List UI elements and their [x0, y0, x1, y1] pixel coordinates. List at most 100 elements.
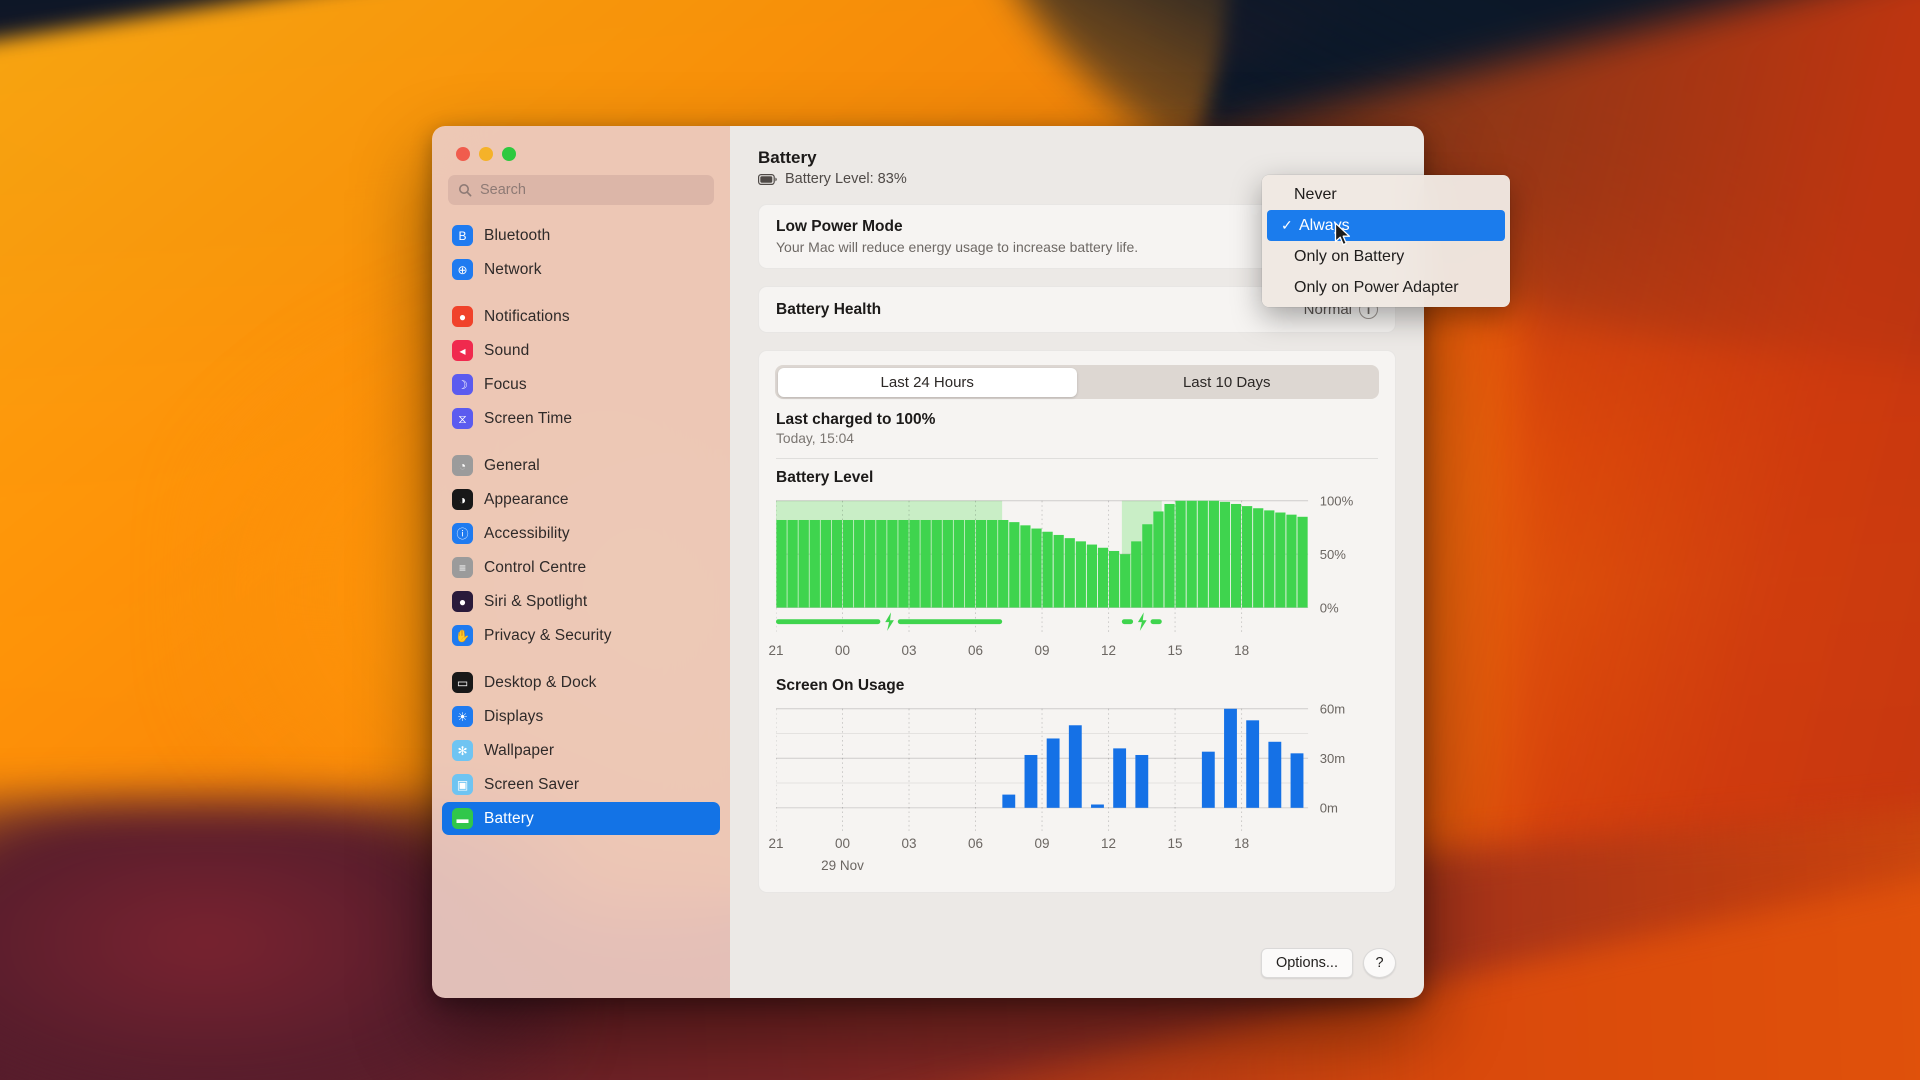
time-range-segmented-control: Last 24 Hours Last 10 Days — [775, 365, 1379, 399]
battery-bar — [909, 519, 920, 608]
control-centre-icon: ≡ — [452, 557, 473, 578]
sidebar-item-label: Control Centre — [484, 558, 587, 576]
sidebar-item-accessibility[interactable]: ⓘ Accessibility — [442, 517, 720, 550]
battery-bar — [1053, 534, 1064, 608]
x-tick-label: 00 — [834, 642, 851, 658]
sidebar-item-sound[interactable]: ◂ Sound — [442, 334, 720, 367]
sidebar-item-label: Desktop & Dock — [484, 673, 597, 691]
battery-bar — [1297, 516, 1308, 608]
tab-last-10-days[interactable]: Last 10 Days — [1077, 368, 1377, 397]
sidebar-item-privacy-security[interactable]: ✋ Privacy & Security — [442, 619, 720, 652]
screen-on-usage-x-axis: 21 00 03 06 09 12 15 18 29 Nov — [768, 835, 1378, 878]
battery-bar — [1108, 550, 1120, 608]
battery-level-chart-title: Battery Level — [776, 469, 874, 486]
displays-icon: ☀ — [452, 706, 473, 727]
options-button[interactable]: Options... — [1260, 948, 1353, 978]
sidebar-item-battery[interactable]: ▬ Battery — [442, 802, 720, 835]
minimize-button[interactable] — [479, 147, 493, 161]
usage-bar — [1201, 751, 1215, 808]
sidebar-item-wallpaper[interactable]: ✻ Wallpaper — [442, 734, 720, 767]
charging-strip — [1121, 619, 1134, 625]
battery-bar — [1230, 503, 1242, 608]
battery-bar — [1042, 531, 1053, 608]
privacy-hand-icon: ✋ — [452, 625, 473, 646]
battery-level-x-axis: 21 00 03 06 09 12 15 18 — [768, 642, 1378, 663]
sidebar-item-screen-time[interactable]: ⧖ Screen Time — [442, 402, 720, 435]
x-tick-label: 12 — [1101, 835, 1117, 851]
sidebar-item-displays[interactable]: ☀ Displays — [442, 700, 720, 733]
sidebar-item-label: Focus — [484, 375, 527, 393]
battery-bar — [820, 519, 831, 608]
sidebar-item-appearance[interactable]: ◑ Appearance — [442, 483, 720, 516]
last-charged-info: Last charged to 100% Today, 15:04 — [759, 399, 1395, 446]
sidebar-group-separator — [442, 653, 720, 666]
sidebar-item-desktop-dock[interactable]: ▭ Desktop & Dock — [442, 666, 720, 699]
battery-bar — [1086, 544, 1098, 608]
search-input[interactable]: Search — [448, 175, 714, 205]
battery-bar — [831, 519, 843, 608]
zoom-button[interactable] — [502, 147, 516, 161]
battery-health-title: Battery Health — [776, 300, 882, 318]
sidebar-nav: B Bluetooth ⊕ Network ● Notifications ◂ Sound ☽ F… — [432, 209, 730, 998]
x-tick-label: 12 — [1101, 642, 1117, 658]
battery-level-text: Battery Level: 83% — [785, 171, 907, 187]
battery-bar — [876, 519, 887, 608]
battery-bar — [1275, 512, 1286, 608]
battery-bar — [1120, 554, 1131, 608]
battery-icon: ▬ — [452, 808, 473, 829]
x-tick-label: 03 — [901, 642, 917, 658]
speaker-icon: ◂ — [452, 340, 473, 361]
sidebar-item-label: Notifications — [484, 307, 570, 325]
sidebar-item-siri-spotlight[interactable]: ● Siri & Spotlight — [442, 585, 720, 618]
menu-item-label: Only on Battery — [1294, 247, 1405, 265]
lightning-bolt-icon — [885, 612, 894, 631]
wallpaper-icon: ✻ — [452, 740, 473, 761]
menu-item-only-on-power-adapter[interactable]: Only on Power Adapter — [1262, 272, 1510, 303]
checkmark-icon: ✓ — [1281, 217, 1293, 233]
battery-bar — [809, 519, 820, 608]
tab-last-24-hours[interactable]: Last 24 Hours — [777, 367, 1077, 397]
sidebar-item-label: Network — [484, 260, 542, 278]
sidebar-item-network[interactable]: ⊕ Network — [442, 253, 720, 286]
sidebar-item-label: Screen Time — [484, 409, 573, 427]
sidebar-item-bluetooth[interactable]: B Bluetooth — [442, 219, 720, 252]
sidebar-item-focus[interactable]: ☽ Focus — [442, 368, 720, 401]
help-button[interactable]: ? — [1363, 948, 1396, 978]
x-tick-label: 21 — [768, 642, 784, 658]
low-power-mode-dropdown-menu[interactable]: Never ✓ Always Only on Battery Only on Power… — [1262, 175, 1510, 307]
usage-bar — [1135, 754, 1149, 808]
battery-bar — [1097, 547, 1109, 608]
usage-bar — [1024, 754, 1038, 808]
x-tick-label: 00 — [834, 835, 851, 851]
usage-bar — [1091, 804, 1104, 808]
menu-item-never[interactable]: Never — [1262, 179, 1510, 210]
sidebar-item-screen-saver[interactable]: ▣ Screen Saver — [442, 768, 720, 801]
menu-item-only-on-battery[interactable]: Only on Battery — [1262, 241, 1510, 272]
sidebar-item-notifications[interactable]: ● Notifications — [442, 300, 720, 333]
menu-item-always[interactable]: ✓ Always — [1267, 210, 1505, 241]
x-tick-label: 15 — [1167, 642, 1183, 658]
sidebar-item-label: Wallpaper — [484, 741, 555, 759]
battery-bar — [1242, 506, 1253, 608]
sidebar-item-label: Displays — [484, 707, 544, 725]
battery-bar — [953, 519, 965, 608]
low-power-mode-description: Your Mac will reduce energy usage to inc… — [776, 239, 1139, 255]
battery-level-chart: 0% 50% 100% — [776, 493, 1378, 639]
screen-on-usage-chart: 0m 30m 60m — [776, 701, 1378, 832]
sidebar-item-control-centre[interactable]: ≡ Control Centre — [442, 551, 720, 584]
x-tick-label: 06 — [968, 835, 984, 851]
usage-panel-card: Last 24 Hours Last 10 Days Last charged … — [758, 350, 1396, 893]
x-tick-label: 06 — [968, 642, 984, 658]
x-tick-label: 18 — [1234, 642, 1250, 658]
sidebar-item-general[interactable]: ◔ General — [442, 449, 720, 482]
page-title: Battery — [758, 148, 817, 167]
search-placeholder: Search — [480, 182, 526, 198]
window-controls — [432, 126, 730, 161]
close-button[interactable] — [456, 147, 470, 161]
sidebar: Search B Bluetooth ⊕ Network ● Notifications ◂… — [432, 126, 730, 998]
x-tick-label: 03 — [901, 835, 917, 851]
screen-on-usage-chart-block: Screen On Usage 0m 30m 60m 21 00 03 06 09 12 15 1… — [759, 663, 1395, 878]
hourglass-icon: ⧖ — [452, 408, 473, 429]
y-tick-label: 100% — [1320, 494, 1354, 509]
usage-bar — [1046, 738, 1060, 808]
